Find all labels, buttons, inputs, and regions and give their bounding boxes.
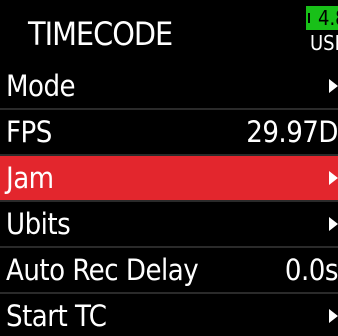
battery-indicator: 4.8 USB — [306, 6, 338, 58]
menu-item-start-tc[interactable]: Start TC — [0, 294, 338, 336]
battery-icon — [306, 11, 312, 25]
menu-item-label: Mode — [6, 69, 76, 103]
screen-header: TIMECODE 4.8 USB — [0, 0, 338, 64]
menu-item-fps[interactable]: FPS 29.97D — [0, 110, 338, 154]
menu-item-ubits[interactable]: Ubits — [0, 202, 338, 246]
menu-item-label: Ubits — [6, 207, 71, 241]
chevron-right-icon — [329, 79, 338, 93]
menu-item-jam[interactable]: Jam — [0, 156, 338, 200]
menu-item-label: Start TC — [6, 299, 107, 333]
menu-item-auto-rec-delay[interactable]: Auto Rec Delay 0.0s — [0, 248, 338, 292]
menu-item-value: 0.0s — [284, 253, 338, 287]
screen-title: TIMECODE — [28, 15, 173, 53]
menu-item-value: 29.97D — [246, 115, 338, 149]
timecode-menu: Mode FPS 29.97D Jam Ubits Auto Rec Delay… — [0, 64, 338, 336]
menu-item-mode[interactable]: Mode — [0, 64, 338, 108]
chevron-right-icon — [329, 217, 338, 231]
power-source-label: USB — [310, 31, 338, 55]
menu-item-label: FPS — [6, 115, 52, 149]
chevron-right-icon — [329, 309, 338, 323]
chevron-right-icon — [329, 171, 338, 185]
menu-item-label: Auto Rec Delay — [6, 253, 199, 287]
menu-item-label: Jam — [6, 161, 54, 195]
timecode-screen: TIMECODE 4.8 USB Mode FPS 29.97D Jam Ubi… — [0, 0, 338, 336]
